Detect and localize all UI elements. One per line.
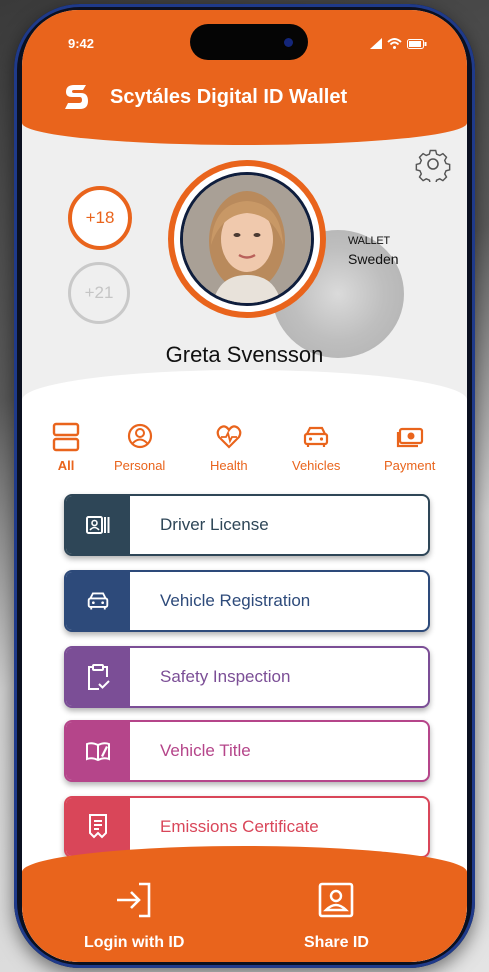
- share-id-label: Share ID: [304, 934, 369, 951]
- tab-vehicles-label: Vehicles: [292, 458, 341, 473]
- wallet-label: WALLET: [348, 235, 390, 247]
- tab-all[interactable]: All: [52, 422, 80, 473]
- wifi-icon: [387, 38, 402, 49]
- document-icon-box: [66, 722, 130, 780]
- status-time: 9:42: [68, 36, 95, 51]
- document-label: Safety Inspection: [160, 667, 291, 686]
- document-icon-box: [66, 572, 130, 630]
- tab-payment-label: Payment: [384, 458, 436, 473]
- document-icon-box: [66, 798, 130, 856]
- footer-bar: Login with ID Share ID: [22, 846, 467, 962]
- login-arrow-icon: [117, 882, 151, 918]
- login-with-id-label: Login with ID: [84, 934, 185, 951]
- profile-portrait-image: [183, 175, 311, 303]
- camera-icon: [284, 38, 293, 47]
- profile-photo-ring: [168, 160, 326, 318]
- document-label: Vehicle Title: [160, 741, 251, 760]
- signal-icon: [370, 38, 382, 49]
- document-label: Driver License: [160, 515, 269, 534]
- tab-health-label: Health: [210, 458, 248, 473]
- tab-all-label: All: [57, 458, 75, 473]
- user-circle-icon: [127, 423, 152, 449]
- wallet-issuer: WALLET Sweden: [348, 232, 399, 268]
- document-label: Vehicle Registration: [160, 591, 311, 610]
- tab-payment[interactable]: Payment: [384, 422, 435, 473]
- header: 9:42 Scytáles Digital ID Wallet: [22, 10, 467, 145]
- share-id-button[interactable]: Share ID: [304, 880, 369, 952]
- money-icon: [396, 427, 423, 448]
- document-icon-box: [66, 496, 130, 554]
- open-book-icon: [86, 742, 110, 762]
- tab-personal-label: Personal: [114, 458, 166, 473]
- car-icon: [304, 426, 329, 447]
- stack-icon: [52, 422, 80, 452]
- document-safety-inspection[interactable]: Safety Inspection: [64, 646, 430, 708]
- status-bar: 9:42: [22, 24, 467, 60]
- tab-vehicles[interactable]: Vehicles: [292, 422, 340, 473]
- document-vehicle-registration[interactable]: Vehicle Registration: [64, 570, 430, 632]
- age-over-21-badge[interactable]: +21: [68, 262, 130, 324]
- scytales-logo-icon: [65, 85, 88, 109]
- status-icons: [370, 38, 427, 49]
- profile-photo: [180, 172, 314, 306]
- tab-health[interactable]: Health: [210, 422, 248, 473]
- id-card-icon: [86, 516, 110, 534]
- age-over-18-badge[interactable]: +18: [68, 186, 132, 250]
- battery-icon: [407, 38, 427, 49]
- document-driver-license[interactable]: Driver License: [64, 494, 430, 556]
- category-tabs: All Personal Health Vehicles Payment: [22, 422, 467, 482]
- heart-pulse-icon: [216, 425, 242, 449]
- tab-personal[interactable]: Personal: [114, 422, 165, 473]
- user-name: Greta Svensson: [165, 342, 324, 367]
- login-with-id-button[interactable]: Login with ID: [84, 880, 184, 952]
- share-id-card-icon: [319, 882, 354, 918]
- settings-gear-icon[interactable]: [415, 146, 451, 182]
- app-screen: 9:42 Scytáles Digital ID Wallet +18 +21: [22, 10, 467, 962]
- wallet-country: Sweden: [348, 251, 399, 267]
- app-title: Scytáles Digital ID Wallet: [110, 85, 348, 108]
- document-icon-box: [66, 648, 130, 706]
- app-title-row: Scytáles Digital ID Wallet: [62, 82, 347, 112]
- car-icon: [87, 592, 109, 610]
- receipt-icon: [89, 814, 107, 839]
- document-vehicle-title[interactable]: Vehicle Title: [64, 720, 430, 782]
- clipboard-check-icon: [88, 664, 110, 690]
